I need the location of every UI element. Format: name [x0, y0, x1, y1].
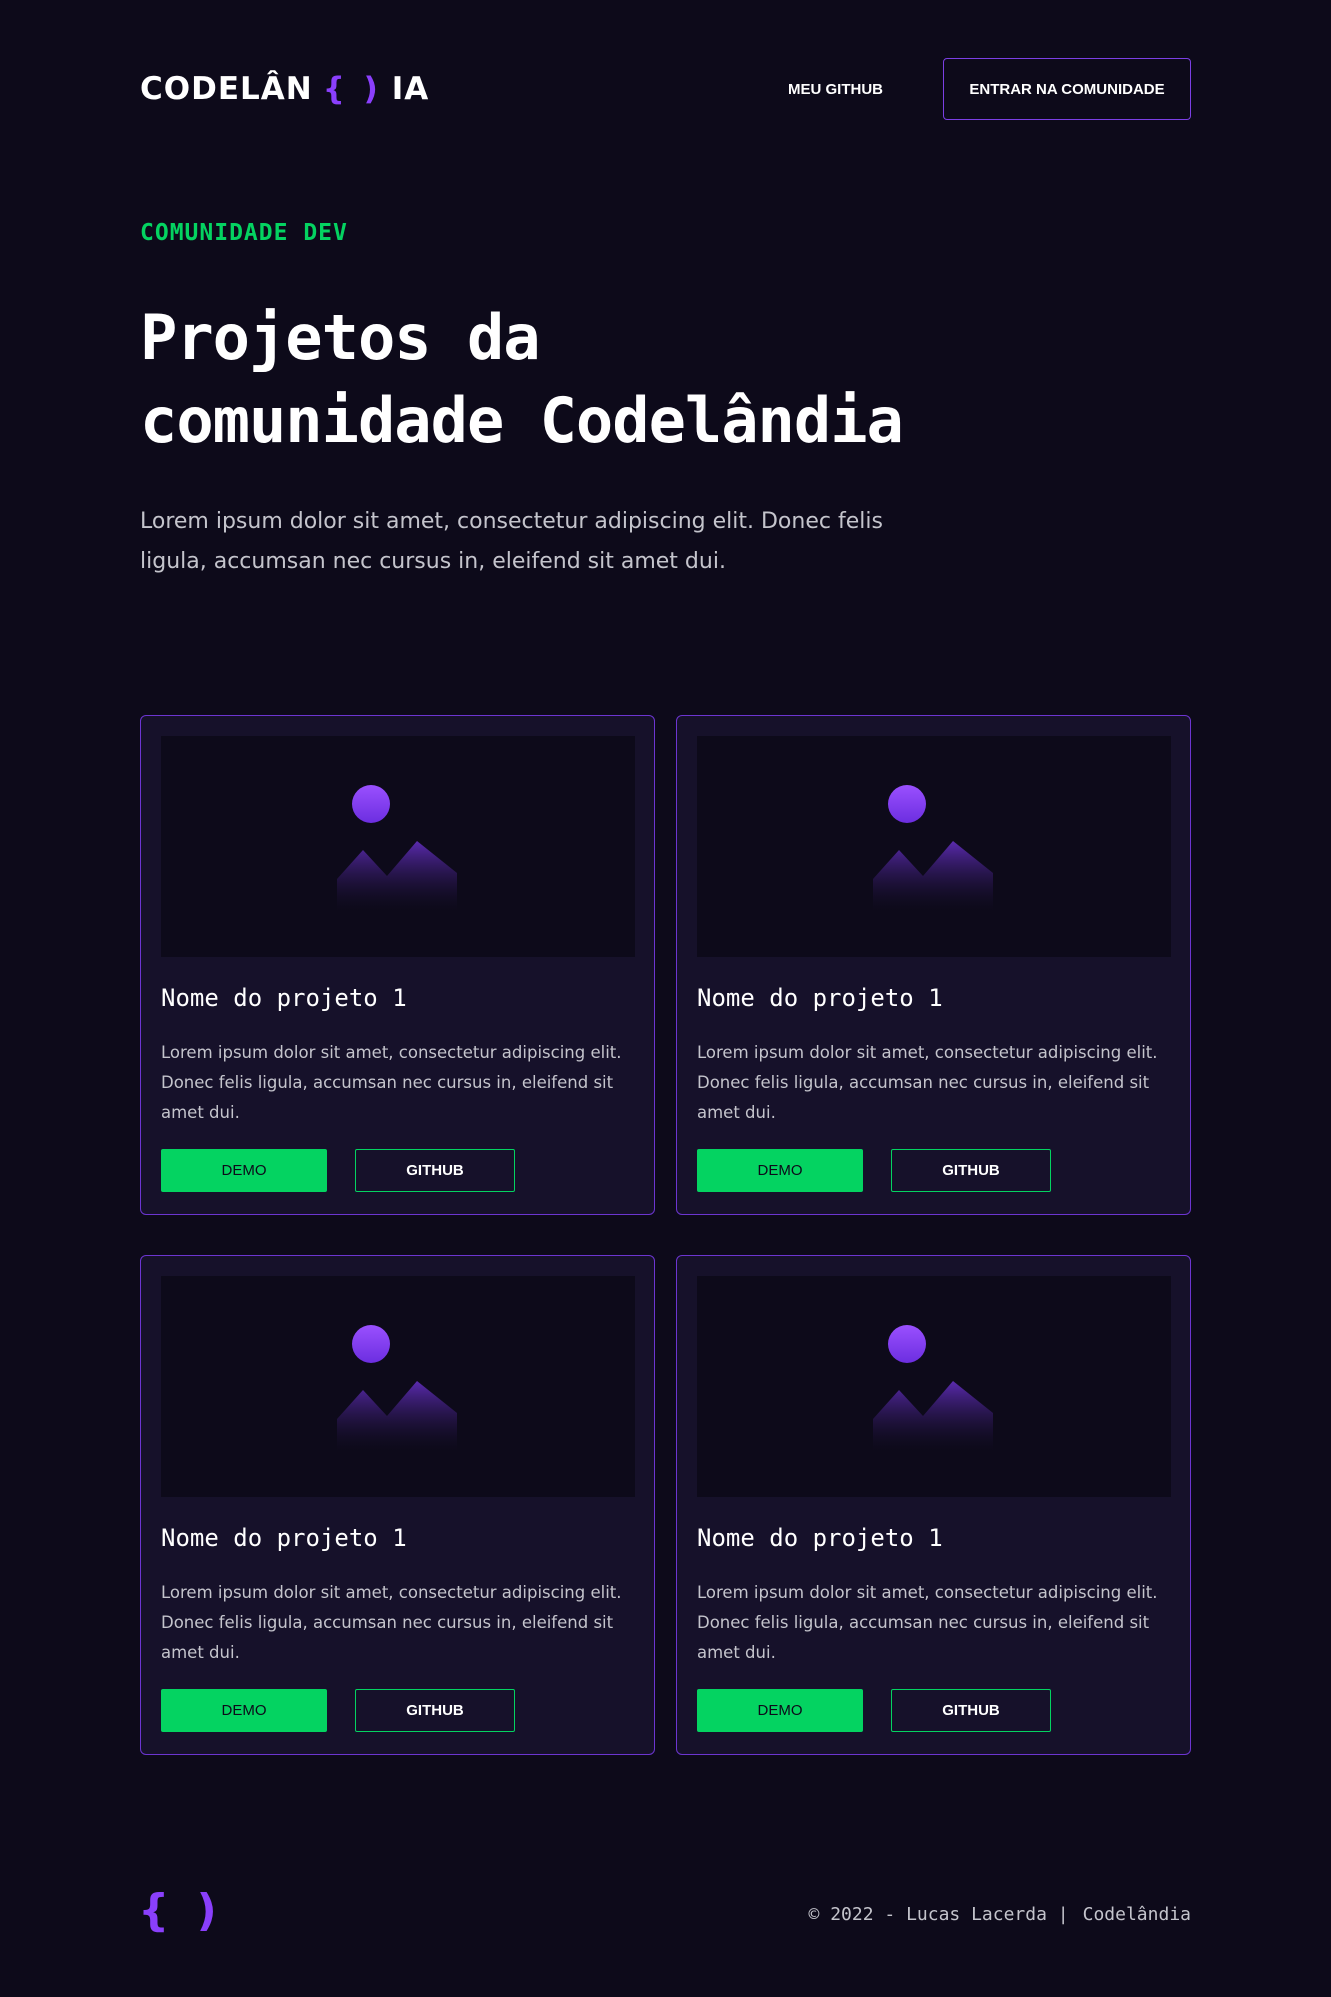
site-header: CODELÂN { ) IA MEU GITHUB ENTRAR NA COMU… — [140, 58, 1191, 120]
project-title: Nome do projeto 1 — [697, 1524, 943, 1552]
project-actions: DEMO GITHUB — [697, 1149, 1051, 1192]
join-community-button[interactable]: ENTRAR NA COMUNIDADE — [943, 58, 1191, 120]
image-placeholder-icon — [873, 1324, 993, 1451]
project-thumbnail — [161, 736, 635, 957]
logo-text-right: IA — [391, 71, 430, 107]
logo-brace: { ) — [322, 71, 382, 107]
github-button[interactable]: GITHUB — [891, 1689, 1051, 1732]
project-card: Nome do projeto 1 Lorem ipsum dolor sit … — [676, 1255, 1191, 1755]
footer-logo: { ) — [138, 1885, 223, 1936]
demo-button[interactable]: DEMO — [697, 1149, 863, 1192]
github-button[interactable]: GITHUB — [355, 1689, 515, 1732]
project-title: Nome do projeto 1 — [697, 984, 943, 1012]
hero-description: Lorem ipsum dolor sit amet, consectetur … — [140, 509, 883, 574]
github-button[interactable]: GITHUB — [355, 1149, 515, 1192]
project-description: Lorem ipsum dolor sit amet, consectetur … — [697, 1583, 1158, 1662]
project-actions: DEMO GITHUB — [161, 1149, 515, 1192]
github-button[interactable]: GITHUB — [891, 1149, 1051, 1192]
footer-brand[interactable]: Codelândia — [1083, 1904, 1191, 1925]
project-card: Nome do projeto 1 Lorem ipsum dolor sit … — [140, 715, 655, 1215]
page: CODELÂN { ) IA MEU GITHUB ENTRAR NA COMU… — [0, 0, 1331, 1997]
project-card: Nome do projeto 1 Lorem ipsum dolor sit … — [140, 1255, 655, 1755]
project-description: Lorem ipsum dolor sit amet, consectetur … — [161, 1583, 622, 1662]
page-title: Projetos da comunidade Codelândia — [140, 296, 1040, 462]
footer-copyright: © 2022 - Lucas Lacerda | — [808, 1904, 1069, 1925]
logo[interactable]: CODELÂN { ) IA — [140, 71, 429, 107]
project-title: Nome do projeto 1 — [161, 984, 407, 1012]
hero-eyebrow: COMUNIDADE DEV — [140, 220, 348, 246]
project-actions: DEMO GITHUB — [161, 1689, 515, 1732]
project-thumbnail — [697, 1276, 1171, 1497]
demo-button[interactable]: DEMO — [161, 1689, 327, 1732]
page-title-line-1: Projetos da — [140, 301, 541, 374]
project-thumbnail — [697, 736, 1171, 957]
project-title: Nome do projeto 1 — [161, 1524, 407, 1552]
project-actions: DEMO GITHUB — [697, 1689, 1051, 1732]
footer-credits: © 2022 - Lucas Lacerda | Codelândia — [809, 1904, 1191, 1925]
project-thumbnail — [161, 1276, 635, 1497]
page-title-line-2: comunidade Codelândia — [140, 384, 904, 457]
header-nav: MEU GITHUB ENTRAR NA COMUNIDADE — [788, 58, 1191, 120]
project-card: Nome do projeto 1 Lorem ipsum dolor sit … — [676, 715, 1191, 1215]
nav-github-link[interactable]: MEU GITHUB — [788, 81, 883, 98]
image-placeholder-icon — [337, 784, 457, 911]
project-description: Lorem ipsum dolor sit amet, consectetur … — [161, 1043, 622, 1122]
image-placeholder-icon — [337, 1324, 457, 1451]
project-description: Lorem ipsum dolor sit amet, consectetur … — [697, 1043, 1158, 1122]
logo-text-left: CODELÂN — [140, 71, 313, 107]
demo-button[interactable]: DEMO — [697, 1689, 863, 1732]
demo-button[interactable]: DEMO — [161, 1149, 327, 1192]
image-placeholder-icon — [873, 784, 993, 911]
